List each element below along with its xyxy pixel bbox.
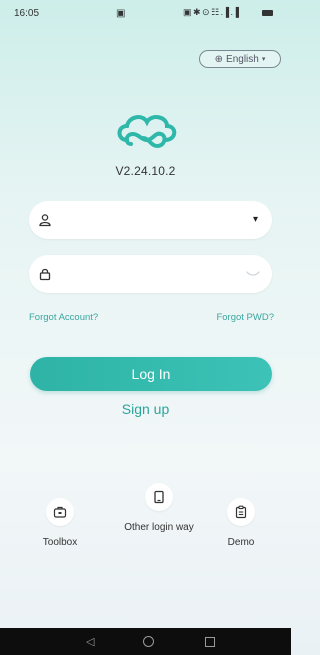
eye-closed-icon[interactable] — [246, 269, 260, 279]
status-time: 16:05 — [14, 8, 40, 19]
password-input[interactable] — [59, 263, 243, 287]
username-input[interactable] — [59, 209, 243, 233]
demo-label: Demo — [227, 537, 255, 548]
language-selector[interactable]: ⊕ English ▾ — [199, 50, 281, 68]
other-login-button[interactable]: Other login way — [119, 483, 199, 535]
lock-icon — [39, 268, 51, 281]
toolbox-button[interactable]: Toolbox — [20, 498, 100, 550]
other-login-icon-circle — [145, 483, 173, 511]
other-login-label: Other login way — [124, 522, 194, 533]
login-button[interactable]: Log In — [30, 357, 272, 391]
username-field-container: ▾ — [29, 201, 272, 239]
notification-icon: ▣ — [116, 8, 126, 19]
demo-button[interactable]: Demo — [201, 498, 281, 550]
language-label: English — [226, 53, 259, 65]
globe-icon: ⊕ — [214, 53, 224, 65]
account-dropdown-icon[interactable]: ▾ — [253, 214, 258, 225]
clipboard-icon — [235, 505, 247, 519]
recent-apps-icon[interactable] — [205, 637, 215, 647]
password-field-container — [29, 255, 272, 293]
back-icon[interactable]: ◁ — [86, 635, 94, 648]
forgot-password-link[interactable]: Forgot PWD? — [216, 312, 274, 323]
demo-icon-circle — [227, 498, 255, 526]
toolbox-icon — [53, 506, 67, 518]
navigation-bar: ◁ — [0, 628, 291, 655]
status-bar: 16:05 ▣ ▣ ✱ ⊙ ☷ .▐ .▐ — [0, 0, 291, 26]
system-status-icons: ▣ ✱ ⊙ ☷ .▐ .▐ — [183, 7, 239, 17]
battery-icon — [262, 10, 273, 16]
app-logo — [117, 115, 177, 149]
forgot-account-link[interactable]: Forgot Account? — [29, 312, 98, 323]
user-icon — [39, 214, 51, 227]
home-icon[interactable] — [143, 636, 154, 647]
toolbox-label: Toolbox — [42, 537, 78, 548]
sign-up-link[interactable]: Sign up — [0, 401, 291, 417]
app-version: V2.24.10.2 — [115, 164, 176, 178]
tablet-icon — [154, 490, 164, 504]
chevron-down-icon: ▾ — [261, 56, 266, 63]
toolbox-icon-circle — [46, 498, 74, 526]
